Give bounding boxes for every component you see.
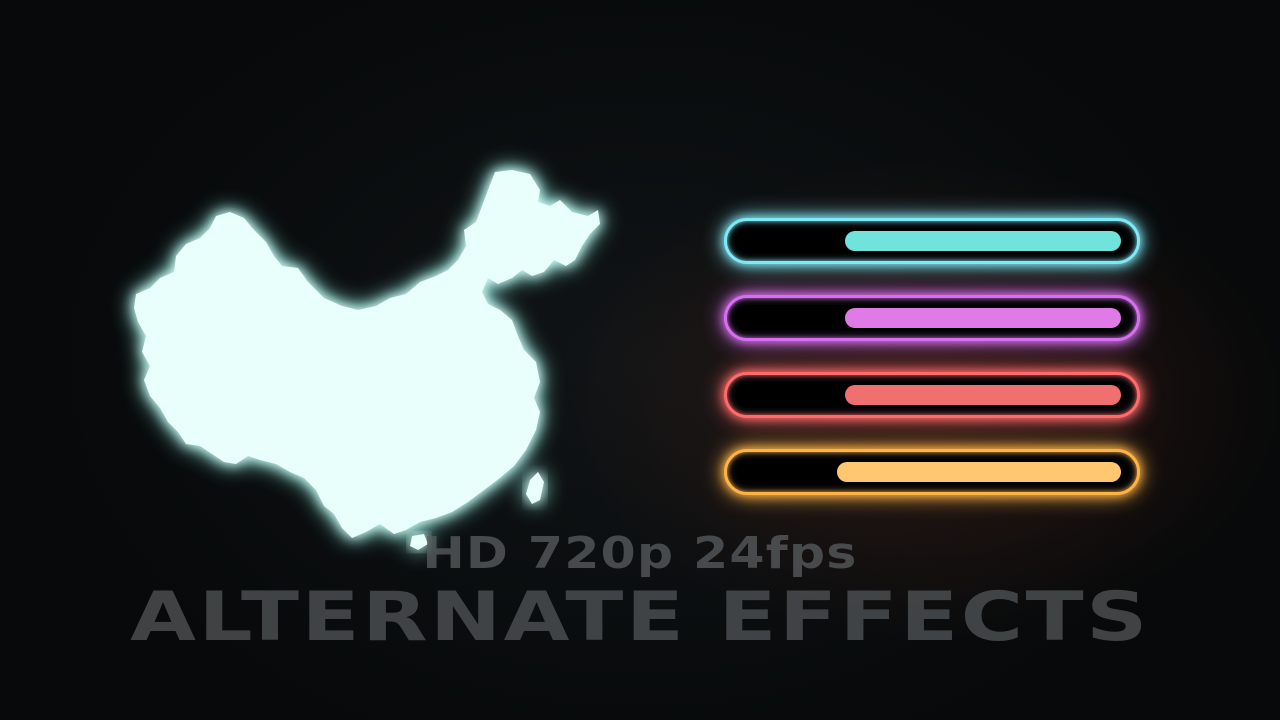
- island-taiwan: [526, 472, 544, 504]
- video-frame: HD 720p 24fps ALTERNATE EFFECTS: [0, 0, 1280, 720]
- progress-bar-orange: [724, 449, 1140, 495]
- resolution-caption: HD 720p 24fps: [422, 528, 858, 579]
- progress-track-orange: [735, 459, 1129, 485]
- progress-track-red: [735, 382, 1129, 408]
- progress-fill-magenta: [845, 308, 1121, 328]
- progress-fill-cyan: [845, 231, 1121, 251]
- china-map-icon: [120, 160, 620, 560]
- china-map-shape: [134, 170, 600, 550]
- progress-fill-red: [845, 385, 1121, 405]
- progress-track-magenta: [735, 305, 1129, 331]
- progress-track-cyan: [735, 228, 1129, 254]
- title-caption: ALTERNATE EFFECTS: [130, 578, 1150, 657]
- progress-bar-cyan: [724, 218, 1140, 264]
- progress-bar-red: [724, 372, 1140, 418]
- progress-bar-magenta: [724, 295, 1140, 341]
- progress-fill-orange: [837, 462, 1121, 482]
